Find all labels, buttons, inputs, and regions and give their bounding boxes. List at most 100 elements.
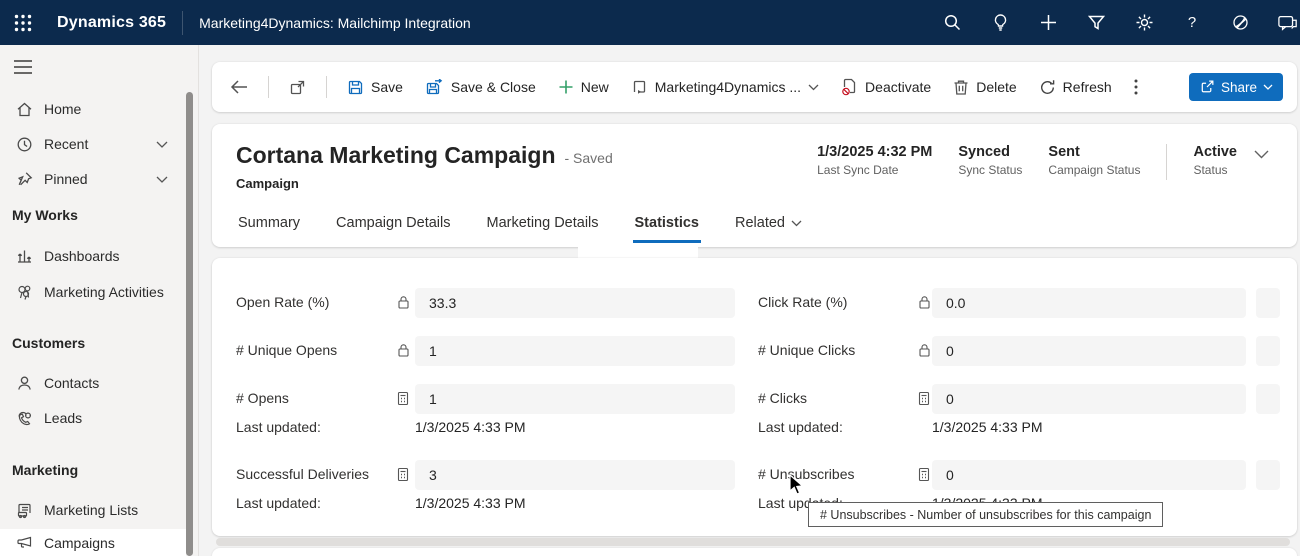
gear-icon[interactable] [1134, 13, 1154, 33]
sidebar-item-marketing-lists[interactable]: Marketing Lists [0, 494, 186, 526]
opens-input[interactable]: 1 [415, 384, 735, 414]
field-label-unsubscribes: # Unsubscribes [758, 466, 855, 482]
sidebar-item-campaigns[interactable]: Campaigns [0, 529, 186, 556]
lock-icon [397, 295, 410, 310]
mouse-cursor [789, 474, 805, 496]
back-button[interactable] [228, 75, 250, 99]
tab-related[interactable]: Related [733, 206, 804, 243]
delete-button[interactable]: Delete [951, 75, 1018, 100]
sidebar-group-title: My Works [12, 207, 172, 223]
help-icon[interactable]: ? [1182, 13, 1202, 33]
header-field-sync-status[interactable]: Synced Sync Status [958, 144, 1022, 177]
header-fields: 1/3/2025 4:32 PM Last Sync Date Synced S… [817, 144, 1237, 180]
sidebar-item-contacts[interactable]: Contacts [0, 367, 186, 399]
command-divider [268, 76, 269, 98]
field-action-placeholder [1256, 384, 1280, 414]
header-field-campaign-status[interactable]: Sent Campaign Status [1048, 144, 1140, 177]
unique-clicks-input[interactable]: 0 [932, 336, 1246, 366]
collapse-header-chevron-icon[interactable] [1254, 150, 1269, 159]
pin-icon [16, 171, 34, 188]
sidebar-item-label: Marketing Activities [44, 284, 164, 300]
field-action-placeholder [1256, 460, 1280, 490]
filter-icon[interactable] [1086, 13, 1106, 33]
save-status-text: - Saved [565, 150, 613, 166]
lock-icon [397, 343, 410, 358]
calculator-icon [918, 391, 930, 406]
tab-summary[interactable]: Summary [236, 206, 302, 243]
chevron-down-icon[interactable] [156, 141, 168, 148]
chevron-down-icon [808, 84, 819, 91]
sidebar-item-label: Campaigns [44, 535, 115, 551]
chevron-down-icon[interactable] [156, 176, 168, 183]
new-button[interactable]: New [556, 75, 611, 99]
open-rate-input[interactable]: 33.3 [415, 288, 735, 318]
field-label-successful-deliveries: Successful Deliveries [236, 466, 369, 482]
site-map-sidebar: Home Recent Pinned My Works Dashboards M… [0, 45, 199, 556]
successful-deliveries-input[interactable]: 3 [415, 460, 735, 490]
sidebar-item-marketing-activities[interactable]: Marketing Activities [0, 276, 186, 308]
last-updated-value: 1/3/2025 4:33 PM [932, 419, 1043, 435]
field-label-unique-clicks: # Unique Clicks [758, 342, 855, 358]
click-rate-input[interactable]: 0.0 [932, 288, 1246, 318]
lightbulb-icon[interactable] [990, 13, 1010, 33]
sidebar-item-leads[interactable]: Leads [0, 402, 186, 434]
field-action-placeholder [1256, 336, 1280, 366]
list-document-icon [16, 502, 34, 519]
tab-statistics[interactable]: Statistics [633, 206, 701, 243]
more-commands-kebab-icon[interactable] [1132, 75, 1140, 99]
lock-icon [918, 343, 931, 358]
record-title: Cortana Marketing Campaign [236, 142, 556, 169]
field-label-unique-opens: # Unique Opens [236, 342, 337, 358]
person-icon [16, 375, 34, 392]
chevron-down-icon [1263, 84, 1273, 90]
popout-icon[interactable] [287, 75, 308, 100]
header-field-last-sync-date[interactable]: 1/3/2025 4:32 PM Last Sync Date [817, 144, 932, 177]
save-and-close-button[interactable]: Save & Close [423, 75, 538, 100]
unique-opens-input[interactable]: 1 [415, 336, 735, 366]
sidebar-item-home[interactable]: Home [0, 93, 186, 125]
search-icon[interactable] [942, 13, 962, 33]
last-updated-value: 1/3/2025 4:33 PM [415, 419, 526, 435]
sidebar-item-label: Pinned [44, 171, 88, 187]
sidebar-scrollbar[interactable] [186, 92, 193, 556]
form-tabs: Summary Campaign Details Marketing Detai… [236, 206, 804, 246]
sidebar-item-label: Home [44, 101, 81, 117]
deactivate-button[interactable]: Deactivate [839, 74, 933, 100]
sidebar-item-label: Contacts [44, 375, 99, 391]
record-header-card: Cortana Marketing Campaign - Saved Campa… [212, 124, 1297, 247]
sidebar-item-dashboards[interactable]: Dashboards [0, 240, 186, 272]
app-title[interactable]: Marketing4Dynamics: Mailchimp Integratio… [199, 15, 471, 31]
product-name[interactable]: Dynamics 365 [57, 14, 166, 32]
field-tooltip: # Unsubscribes - Number of unsubscribes … [808, 502, 1163, 527]
sidebar-item-recent[interactable]: Recent [0, 128, 186, 160]
calculator-icon [397, 467, 409, 482]
power-platform-icon[interactable] [1230, 13, 1250, 33]
unsubscribes-input[interactable]: 0 [932, 460, 1246, 490]
sidebar-item-label: Dashboards [44, 248, 120, 264]
plus-icon[interactable] [1038, 13, 1058, 33]
field-label-clicks: # Clicks [758, 390, 807, 406]
sidebar-item-pinned[interactable]: Pinned [0, 163, 186, 195]
flow-button[interactable]: Marketing4Dynamics ... [629, 75, 821, 100]
app-launcher-waffle-icon[interactable] [0, 0, 45, 45]
topbar-divider [182, 11, 183, 35]
tab-campaign-details[interactable]: Campaign Details [334, 206, 452, 243]
hamburger-menu-icon[interactable] [13, 59, 37, 79]
last-updated-label: Last updated: [758, 419, 843, 435]
share-button[interactable]: Share [1189, 73, 1283, 101]
sidebar-group-title: Customers [12, 335, 172, 351]
sidebar-item-label: Leads [44, 410, 82, 426]
horizontal-scrollbar[interactable] [216, 538, 1290, 546]
calculator-icon [397, 391, 409, 406]
chat-icon[interactable] [1278, 13, 1298, 33]
clicks-input[interactable]: 0 [932, 384, 1246, 414]
command-divider [326, 76, 327, 98]
sidebar-item-label: Recent [44, 136, 88, 152]
entity-name: Campaign [236, 176, 299, 191]
refresh-button[interactable]: Refresh [1037, 75, 1114, 100]
home-icon [16, 101, 34, 118]
topbar-icon-group: ? [942, 0, 1298, 45]
tab-marketing-details[interactable]: Marketing Details [485, 206, 601, 243]
header-field-status[interactable]: Active Status [1193, 144, 1237, 177]
save-button[interactable]: Save [345, 75, 405, 100]
